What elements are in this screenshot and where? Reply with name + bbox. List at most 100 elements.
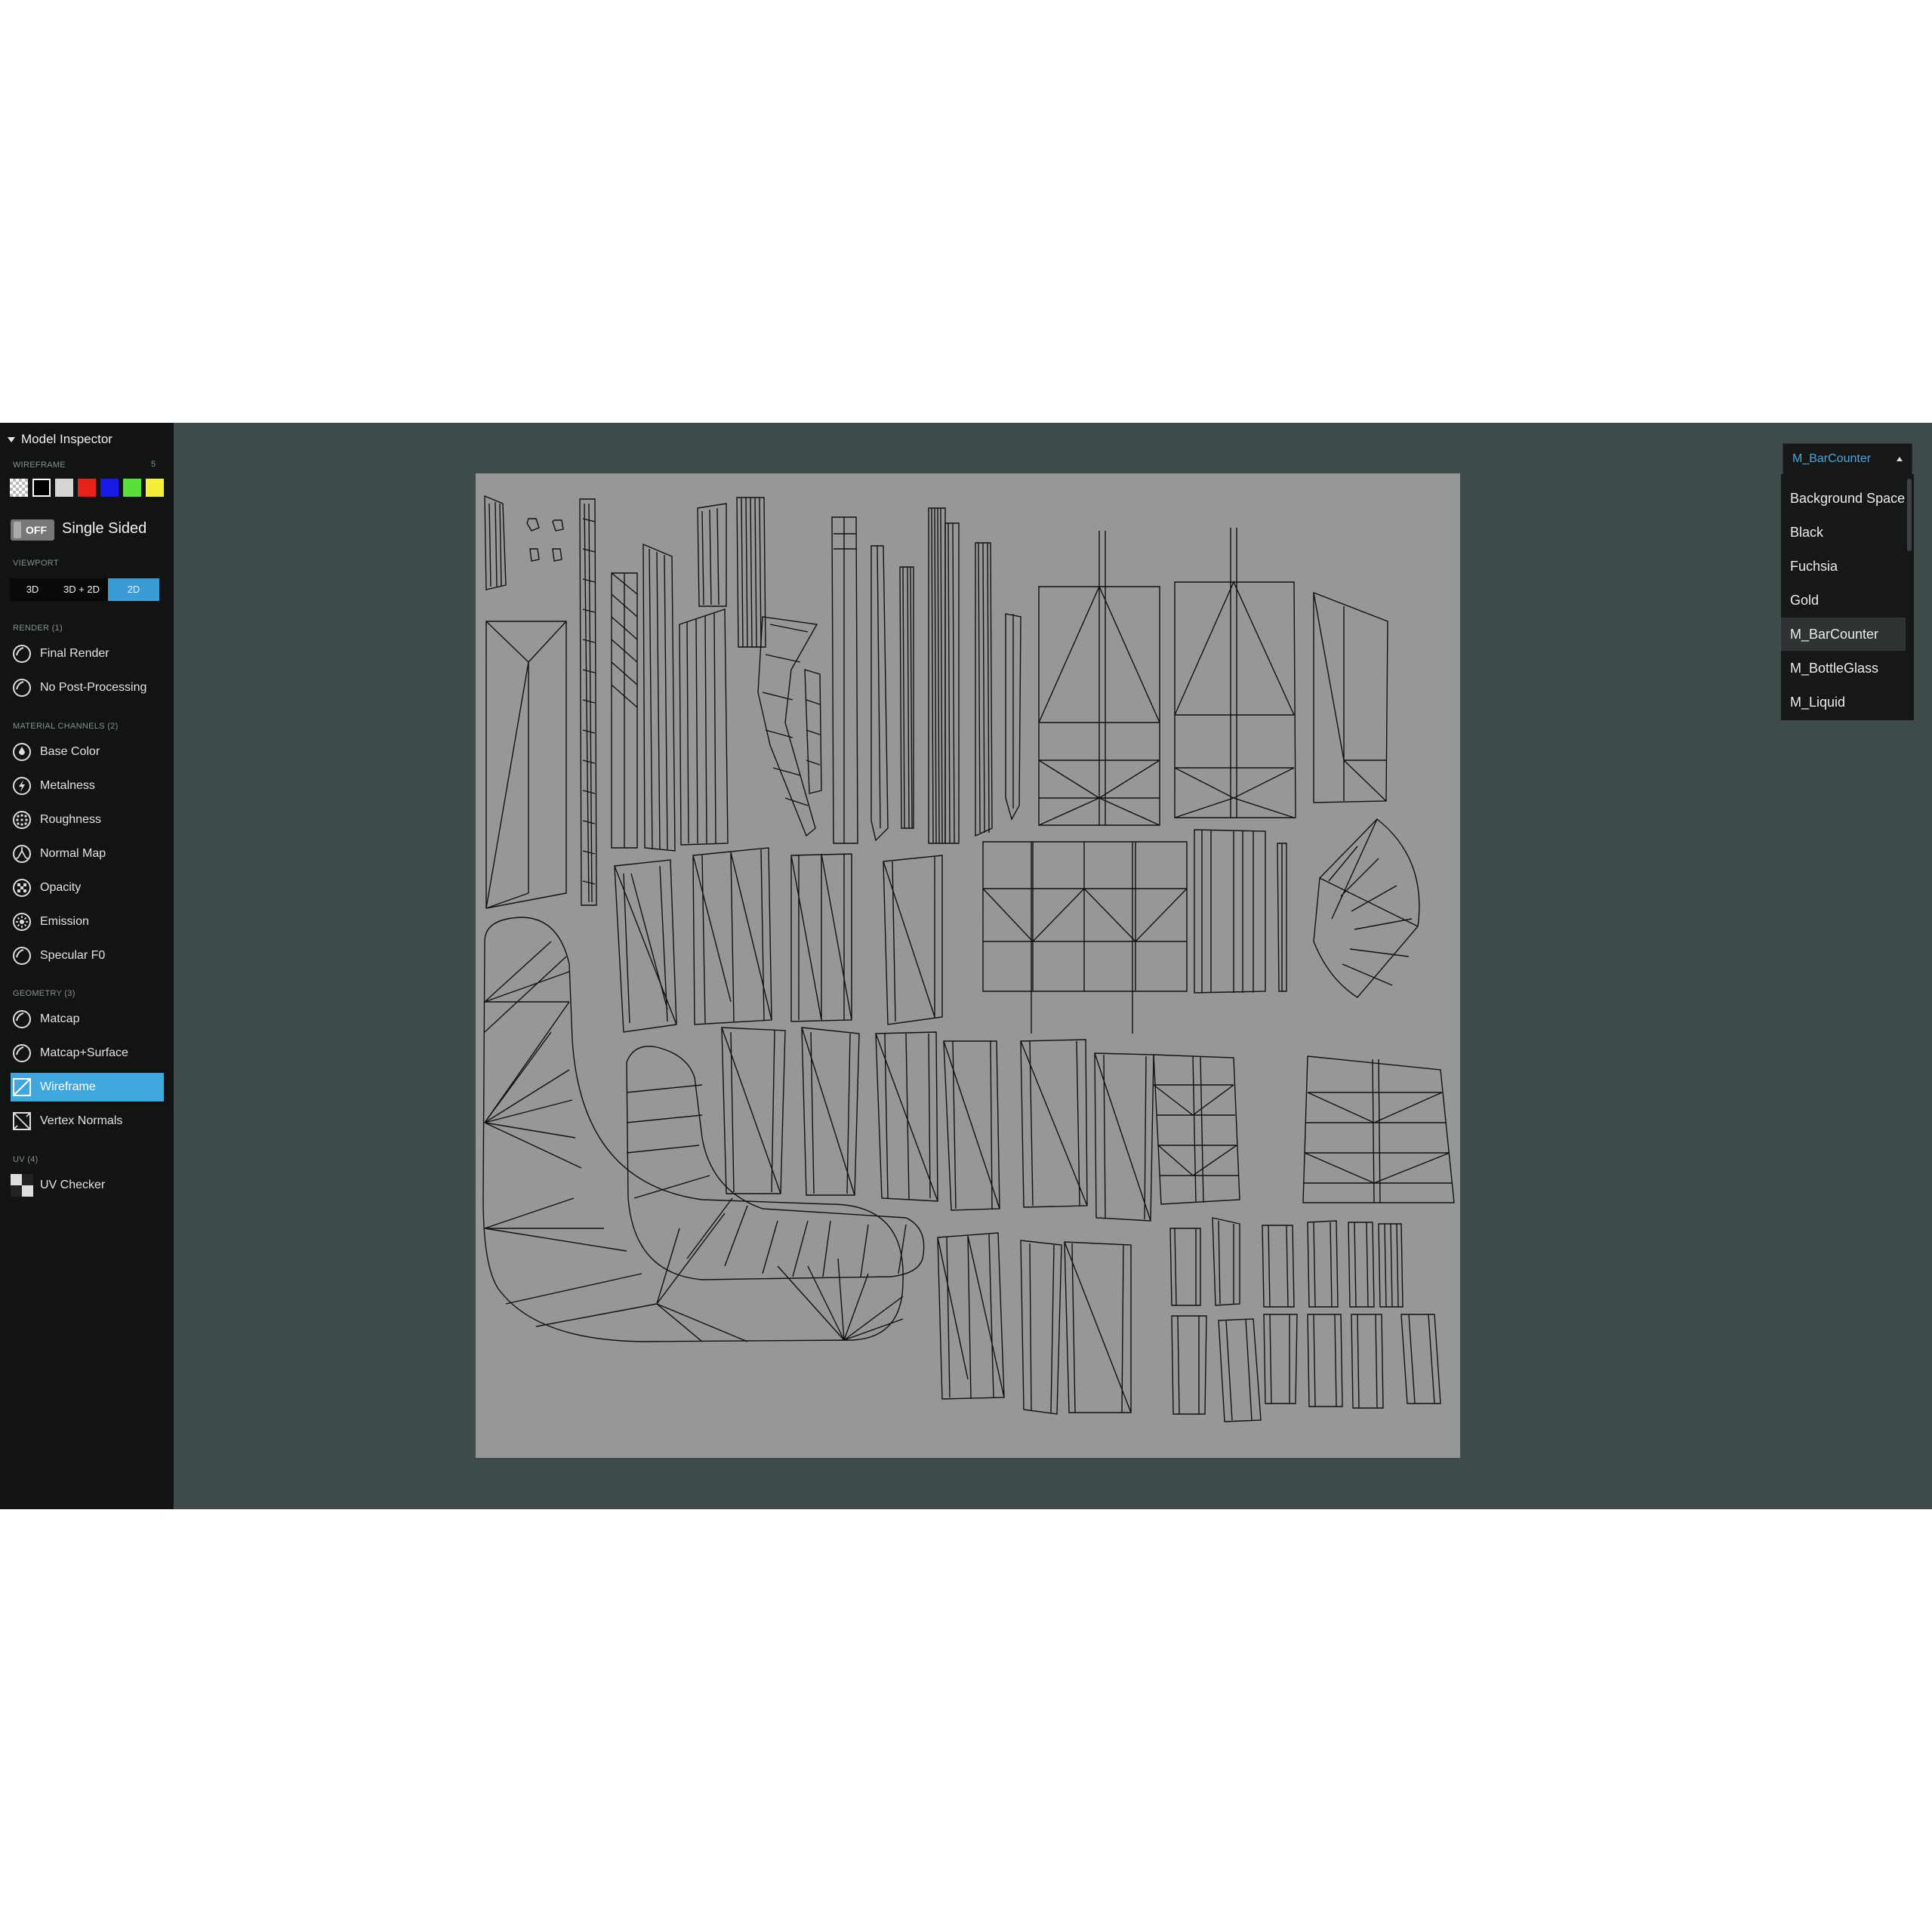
swatch-yellow[interactable] — [146, 479, 164, 497]
emission-item[interactable]: Emission — [11, 907, 164, 936]
uv-island — [804, 669, 822, 794]
normal-map-item[interactable]: Normal Map — [11, 840, 164, 868]
swatch-red[interactable] — [78, 479, 96, 497]
vertex-normals-icon — [11, 1110, 33, 1132]
swatch-black[interactable] — [32, 479, 51, 497]
uv-island — [1313, 818, 1420, 998]
uv-island — [1038, 531, 1160, 826]
toggle-state: OFF — [26, 524, 47, 536]
wireframe-section-label: WIREFRAME — [13, 461, 66, 470]
vertex-normals-item[interactable]: Vertex Normals — [11, 1107, 164, 1135]
uv-island — [1020, 1039, 1088, 1208]
material-option[interactable]: M_BottleGlass — [1781, 652, 1906, 685]
render-section-label: RENDER (1) — [13, 624, 63, 633]
material-channels-section-label: MATERIAL CHANNELS (2) — [13, 722, 119, 731]
swatch-green[interactable] — [123, 479, 141, 497]
uv-island — [875, 1031, 938, 1202]
uv-island — [883, 855, 943, 1025]
roughness-icon — [11, 809, 33, 831]
roughness-item[interactable]: Roughness — [11, 806, 164, 834]
uv-island — [614, 859, 677, 1033]
uv-island — [975, 542, 993, 837]
uv-layout-viewport[interactable] — [476, 473, 1460, 1458]
final-render-icon — [11, 642, 33, 665]
wireframe-color-swatches — [10, 479, 164, 497]
material-option[interactable]: Fuchsia — [1781, 550, 1906, 583]
uv-island — [1302, 1055, 1455, 1203]
uv-island — [1307, 1314, 1343, 1407]
uv-island — [611, 572, 638, 849]
collapse-arrow-icon[interactable] — [8, 436, 15, 442]
normal-map-label: Normal Map — [40, 847, 106, 860]
uv-island — [831, 516, 858, 844]
metalness-item[interactable]: Metalness — [11, 772, 164, 800]
uv-island — [1153, 1054, 1240, 1205]
material-option[interactable]: M_Liquid — [1781, 686, 1906, 719]
panel-title: Model Inspector — [21, 432, 112, 446]
uv-checker-item[interactable]: UV Checker — [11, 1171, 164, 1200]
swatch-light-gray[interactable] — [55, 479, 73, 497]
material-option[interactable]: Black — [1781, 516, 1906, 549]
uv-island — [1263, 1314, 1298, 1404]
uv-fan — [626, 1084, 907, 1277]
no-post-processing-label: No Post-Processing — [40, 681, 147, 694]
viewport-2d-button[interactable]: 2D — [108, 578, 159, 601]
base-color-label: Base Color — [40, 745, 100, 758]
geometry-section-label: GEOMETRY (3) — [13, 989, 75, 998]
uv-island — [736, 497, 766, 648]
metalness-icon — [11, 775, 33, 797]
final-render-item[interactable]: Final Render — [11, 639, 164, 668]
uv-island — [944, 522, 960, 844]
opacity-item[interactable]: Opacity — [11, 874, 164, 902]
swatch-transparent[interactable] — [10, 479, 28, 497]
uv-island — [1194, 829, 1266, 994]
final-render-label: Final Render — [40, 647, 109, 660]
viewport-3d-button[interactable]: 3D — [10, 578, 55, 601]
uv-island — [1094, 1052, 1154, 1222]
matcap-surface-item[interactable]: Matcap+Surface — [11, 1039, 164, 1068]
single-sided-toggle[interactable]: OFF — [11, 519, 54, 541]
material-option-selected[interactable]: M_BarCounter — [1781, 618, 1906, 651]
emission-label: Emission — [40, 915, 89, 928]
uv-island — [626, 1046, 925, 1280]
vertex-normals-label: Vertex Normals — [40, 1114, 123, 1127]
specular-icon — [11, 944, 33, 967]
uv-island — [1020, 1240, 1062, 1415]
model-inspector-sidebar: Model Inspector WIREFRAME 5 OFF Single S… — [0, 423, 174, 1509]
uv-island — [1174, 528, 1296, 818]
uv-island — [1169, 1228, 1201, 1306]
base-color-icon — [11, 741, 33, 763]
dropdown-scrollbar[interactable] — [1907, 479, 1912, 551]
uv-island — [1348, 1222, 1375, 1308]
viewport-3d-2d-button[interactable]: 3D + 2D — [55, 578, 108, 601]
viewport-section-label: VIEWPORT — [13, 559, 59, 568]
emission-icon — [11, 911, 33, 933]
dropdown-arrow-icon — [1897, 457, 1903, 461]
material-option[interactable]: Gold — [1781, 584, 1906, 617]
uv-island — [485, 621, 567, 909]
uv-checker-label: UV Checker — [40, 1179, 106, 1191]
uv-island — [1400, 1314, 1441, 1404]
no-post-processing-item[interactable]: No Post-Processing — [11, 673, 164, 702]
viewport-mode-group: 3D 3D + 2D 2D — [10, 578, 159, 601]
uv-fan — [777, 1258, 904, 1341]
uv-island — [870, 545, 889, 842]
uv-island — [1307, 1220, 1339, 1308]
matcap-item[interactable]: Matcap — [11, 1005, 164, 1034]
uv-island — [1171, 1315, 1207, 1415]
material-dropdown-menu: Background Space Black Fuchsia Gold M_Ba… — [1781, 474, 1914, 720]
panel-header[interactable]: Model Inspector — [8, 432, 112, 447]
material-option[interactable]: Background Space — [1781, 482, 1906, 515]
matcap-surface-icon — [11, 1042, 33, 1065]
uv-island — [899, 566, 914, 829]
swatch-blue[interactable] — [100, 479, 119, 497]
uv-island — [982, 841, 1188, 1034]
matcap-surface-label: Matcap+Surface — [40, 1046, 128, 1059]
uv-island — [801, 1027, 860, 1196]
base-color-item[interactable]: Base Color — [11, 738, 164, 766]
specular-f0-item[interactable]: Specular F0 — [11, 941, 164, 970]
material-dropdown[interactable]: M_BarCounter — [1783, 443, 1912, 475]
opacity-icon — [11, 877, 33, 899]
wireframe-icon — [11, 1076, 33, 1098]
wireframe-item[interactable]: Wireframe — [11, 1073, 164, 1102]
